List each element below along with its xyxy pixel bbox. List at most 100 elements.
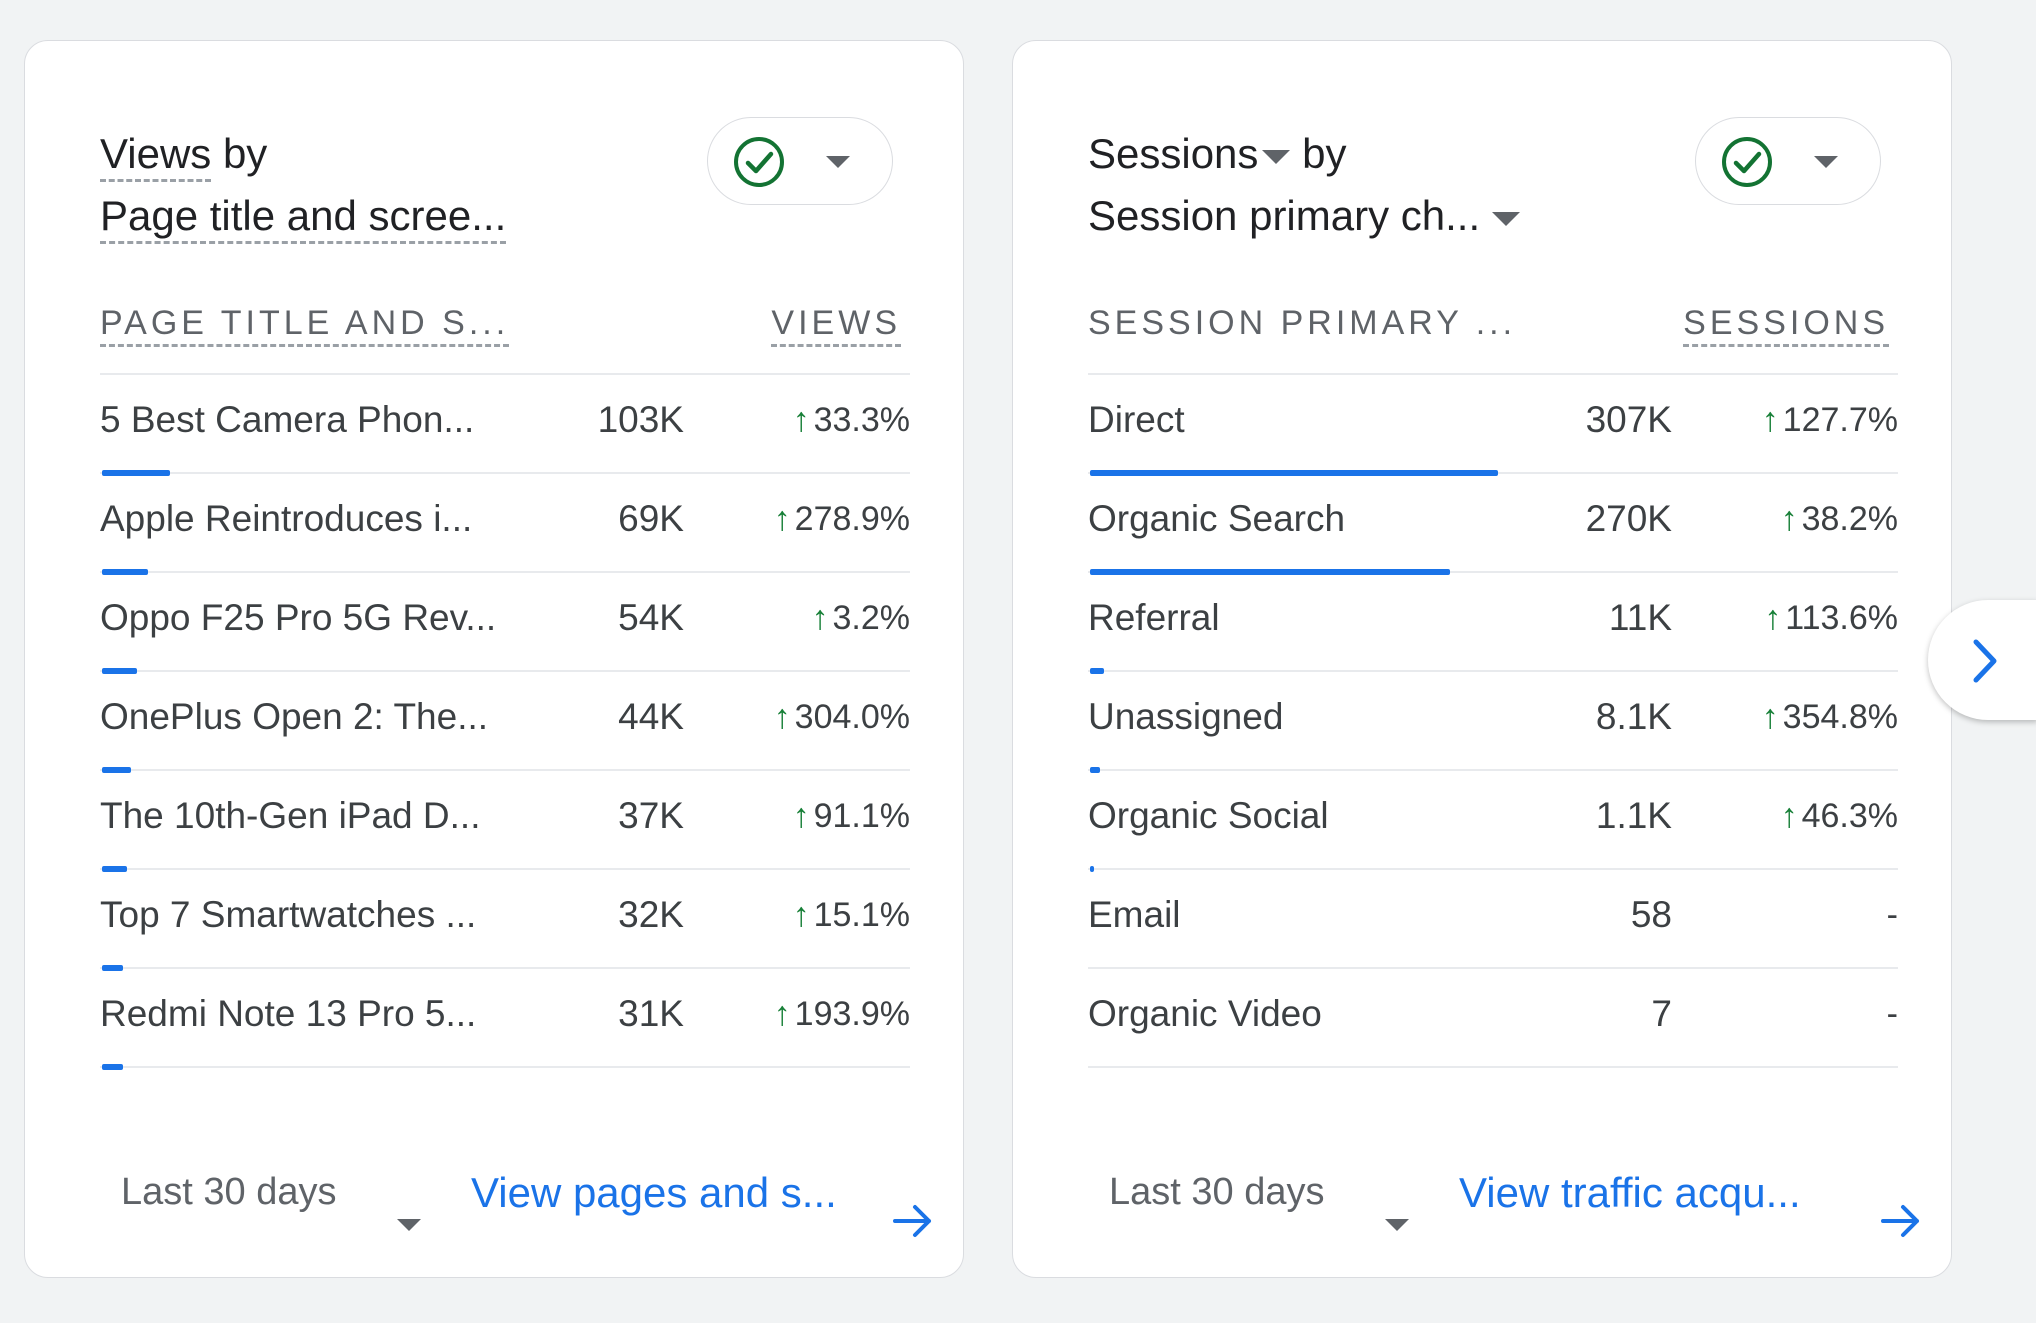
- table-row[interactable]: Email 58 -: [1088, 870, 1898, 969]
- data-table: 5 Best Camera Phon... 103K ↑ 33.3% Apple Rei…: [100, 373, 911, 1070]
- chevron-down-icon: [826, 156, 850, 168]
- row-dimension-value: Top 7 Smartwatches ...: [100, 894, 477, 935]
- table-row[interactable]: Redmi Note 13 Pro 5... 31K ↑ 193.9%: [100, 969, 910, 1070]
- table-row[interactable]: 5 Best Camera Phon... 103K ↑ 33.3%: [100, 375, 910, 476]
- row-change-value: ↑ 113.6%: [1764, 599, 1898, 638]
- change-percent: 304.0%: [794, 698, 910, 736]
- row-change-value: -: [1887, 995, 1898, 1034]
- row-change-value: ↑ 46.3%: [1781, 797, 1898, 836]
- next-card-button[interactable]: [1928, 600, 2036, 720]
- row-metric-value: 1.1K: [1595, 795, 1672, 836]
- row-change-value: ↑ 33.3%: [793, 401, 910, 440]
- card-title: Views by Page title and scree...: [100, 123, 620, 247]
- row-metric-value: 8.1K: [1595, 696, 1672, 737]
- change-percent: -: [1886, 995, 1898, 1033]
- row-dimension-value: Referral: [1088, 597, 1220, 638]
- caret-down-icon[interactable]: [1492, 211, 1521, 226]
- data-table: Direct 307K ↑ 127.7% Organic Search 270K ↑ 38.2…: [1088, 373, 1898, 1068]
- change-percent: 33.3%: [813, 401, 910, 439]
- title-by-text: by: [1290, 130, 1347, 177]
- table-row[interactable]: Direct 307K ↑ 127.7%: [1088, 375, 1898, 476]
- sessions-by-channel-card: Sessions by Session primary ch... SESSIO…: [1012, 40, 1952, 1278]
- arrow-up-icon: ↑: [792, 896, 810, 934]
- table-row[interactable]: The 10th-Gen iPad D... 37K ↑ 91.1%: [100, 771, 910, 872]
- table-row[interactable]: Apple Reintroduces i... 69K ↑ 278.9%: [100, 474, 910, 575]
- change-percent: 113.6%: [1785, 599, 1898, 637]
- change-percent: 91.1%: [813, 797, 910, 835]
- metric-column-header[interactable]: SESSIONS: [1683, 301, 1889, 347]
- row-share-bar: [102, 1064, 123, 1070]
- table-row[interactable]: OnePlus Open 2: The... 44K ↑ 304.0%: [100, 672, 910, 773]
- table-row[interactable]: Referral 11K ↑ 113.6%: [1088, 573, 1898, 674]
- row-change-value: ↑ 91.1%: [793, 797, 910, 836]
- row-metric-value: 7: [1651, 993, 1672, 1034]
- arrow-up-icon: ↑: [773, 500, 791, 538]
- row-dimension-value: Direct: [1088, 399, 1185, 440]
- date-range-selector[interactable]: Last 30 days: [1109, 1171, 1324, 1214]
- metric-selector[interactable]: Views: [100, 130, 212, 182]
- change-percent: 354.8%: [1782, 698, 1898, 736]
- dimension-selector[interactable]: Page title and scree...: [100, 192, 507, 244]
- title-by-text: by: [211, 130, 268, 177]
- metric-selector[interactable]: Sessions: [1088, 130, 1258, 177]
- row-change-value: ↑ 354.8%: [1762, 698, 1898, 737]
- metric-column-header[interactable]: VIEWS: [771, 301, 901, 347]
- arrow-up-icon: ↑: [1780, 797, 1798, 835]
- row-dimension-value: Oppo F25 Pro 5G Rev...: [100, 597, 497, 638]
- row-change-value: ↑ 304.0%: [774, 698, 910, 737]
- table-row[interactable]: Organic Search 270K ↑ 38.2%: [1088, 474, 1898, 575]
- status-dropdown[interactable]: [707, 117, 893, 205]
- arrow-up-icon: ↑: [1764, 599, 1782, 637]
- arrow-up-icon: ↑: [1761, 698, 1779, 736]
- table-row[interactable]: Oppo F25 Pro 5G Rev... 54K ↑ 3.2%: [100, 573, 911, 674]
- row-metric-value: 307K: [1585, 399, 1672, 440]
- arrow-up-icon: ↑: [1761, 401, 1779, 439]
- row-metric-value: 69K: [618, 498, 684, 539]
- views-by-page-card: Views by Page title and scree... PAGE TI…: [24, 40, 964, 1278]
- change-percent: 46.3%: [1801, 797, 1898, 835]
- chevron-down-icon: [1814, 156, 1838, 168]
- row-metric-value: 103K: [597, 399, 684, 440]
- table-row[interactable]: Top 7 Smartwatches ... 32K ↑ 15.1%: [100, 870, 910, 971]
- row-change-value: ↑ 3.2%: [812, 599, 911, 638]
- check-circle-icon: [734, 137, 784, 187]
- change-percent: 15.1%: [813, 896, 910, 934]
- row-dimension-value: OnePlus Open 2: The...: [100, 696, 489, 737]
- row-change-value: ↑ 127.7%: [1762, 401, 1898, 440]
- chevron-down-icon[interactable]: [397, 1219, 421, 1231]
- arrow-up-icon: ↑: [792, 797, 810, 835]
- change-percent: 38.2%: [1801, 500, 1898, 538]
- row-change-value: ↑ 38.2%: [1781, 500, 1898, 539]
- dimension-selector[interactable]: Session primary ch...: [1088, 192, 1480, 239]
- view-report-link[interactable]: View traffic acqu...: [1459, 1169, 1801, 1217]
- change-percent: -: [1886, 896, 1898, 934]
- arrow-up-icon: ↑: [792, 401, 810, 439]
- arrow-right-icon[interactable]: [1879, 1203, 1923, 1239]
- view-report-link[interactable]: View pages and s...: [471, 1169, 837, 1217]
- row-change-value: -: [1887, 896, 1898, 935]
- change-percent: 193.9%: [794, 995, 910, 1033]
- row-dimension-value: Organic Search: [1088, 498, 1346, 539]
- change-percent: 3.2%: [832, 599, 911, 637]
- row-dimension-value: 5 Best Camera Phon...: [100, 399, 475, 440]
- table-row[interactable]: Organic Video 7 -: [1088, 969, 1898, 1068]
- dimension-column-header[interactable]: PAGE TITLE AND S...: [100, 301, 510, 347]
- row-metric-value: 54K: [618, 597, 684, 638]
- row-metric-value: 11K: [1608, 597, 1672, 638]
- row-metric-value: 44K: [618, 696, 684, 737]
- row-change-value: ↑ 193.9%: [774, 995, 910, 1034]
- change-percent: 127.7%: [1782, 401, 1898, 439]
- row-dimension-value: Redmi Note 13 Pro 5...: [100, 993, 477, 1034]
- date-range-selector[interactable]: Last 30 days: [121, 1171, 336, 1214]
- table-row[interactable]: Unassigned 8.1K ↑ 354.8%: [1088, 672, 1898, 773]
- arrow-right-icon[interactable]: [891, 1203, 935, 1239]
- status-dropdown[interactable]: [1695, 117, 1881, 205]
- table-row[interactable]: Organic Social 1.1K ↑ 46.3%: [1088, 771, 1898, 872]
- change-percent: 278.9%: [794, 500, 910, 538]
- caret-down-icon[interactable]: [1262, 149, 1291, 164]
- arrow-up-icon: ↑: [811, 599, 829, 637]
- row-metric-value: 58: [1630, 894, 1672, 935]
- row-metric-value: 31K: [618, 993, 684, 1034]
- row-dimension-value: Email: [1088, 894, 1181, 935]
- chevron-down-icon[interactable]: [1385, 1219, 1409, 1231]
